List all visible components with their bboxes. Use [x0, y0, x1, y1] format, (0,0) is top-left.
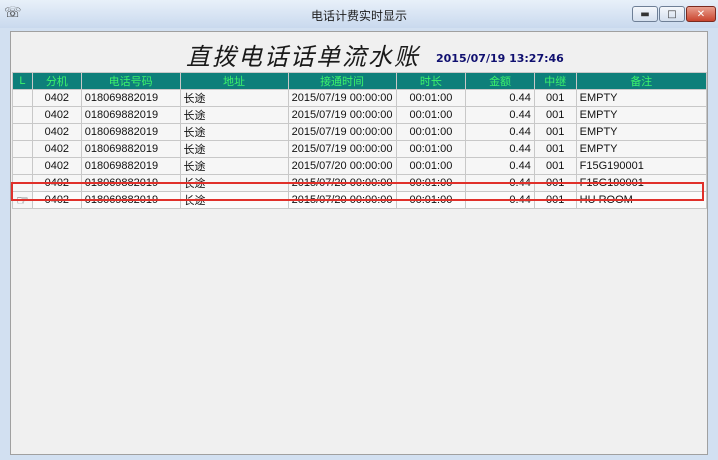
- phone-number-cell: 018069882019: [80, 174, 181, 192]
- row-indicator-cell[interactable]: [12, 174, 33, 192]
- duration-cell: 00:01:00: [395, 123, 467, 141]
- note-cell: EMPTY: [575, 89, 708, 107]
- current-timestamp: 2015/07/19 13:27:46: [436, 52, 564, 65]
- main-panel: 直拨电话话单流水账 2015/07/19 13:27:46 L 分机 电话号码 地址接…: [10, 31, 708, 455]
- phone-number-cell: 018069882019: [80, 89, 181, 107]
- connect-time-cell: 2015/07/19 00:00:00: [287, 106, 397, 124]
- page-title: 直拨电话话单流水账: [186, 43, 420, 71]
- trunk-cell: 001: [533, 106, 577, 124]
- close-button[interactable]: ✕: [686, 6, 716, 22]
- minimize-button[interactable]: ▬: [632, 6, 658, 22]
- table-header-row: L 分机 电话号码 地址 接通时间 时长 金额 中继 备注: [12, 72, 708, 90]
- note-cell: EMPTY: [575, 106, 708, 124]
- column-header-duration[interactable]: 时长: [395, 72, 467, 90]
- row-indicator-cell[interactable]: ☞: [12, 191, 33, 209]
- trunk-cell: 001: [533, 140, 577, 158]
- connect-time-cell: 2015/07/19 00:00:00: [287, 123, 397, 141]
- note-cell: HU ROOM: [575, 191, 708, 209]
- duration-cell: 00:01:00: [395, 140, 467, 158]
- phone-number-cell: 018069882019: [80, 106, 181, 124]
- row-indicator-cell[interactable]: [12, 157, 33, 175]
- table-row[interactable]: 0402 018069882019 长途 2015/07/19 00:00:00 00:…: [12, 106, 708, 124]
- column-header-l[interactable]: L: [12, 72, 33, 90]
- connect-time-cell: 2015/07/19 00:00:00: [287, 89, 397, 107]
- phone-number-cell: 018069882019: [80, 157, 181, 175]
- window-title: 电话计费实时显示: [310, 9, 407, 23]
- amount-cell: 0.44: [465, 106, 535, 124]
- maximize-button[interactable]: □: [659, 6, 685, 22]
- column-header-address[interactable]: 地址: [179, 72, 289, 90]
- column-header-amount[interactable]: 金额: [465, 72, 535, 90]
- connect-time-cell: 2015/07/20 00:00:00: [287, 191, 397, 209]
- trunk-cell: 001: [533, 123, 577, 141]
- address-cell: 长途: [179, 140, 289, 158]
- extension-cell: 0402: [31, 140, 82, 158]
- row-indicator-cell[interactable]: [12, 123, 33, 141]
- pointing-hand-icon: ☞: [16, 191, 29, 208]
- maximize-icon: □: [667, 9, 677, 20]
- minimize-icon: ▬: [640, 9, 650, 20]
- amount-cell: 0.44: [465, 191, 535, 209]
- column-header-note[interactable]: 备注: [575, 72, 708, 90]
- note-cell: F15G190001: [575, 174, 708, 192]
- table-row[interactable]: 0402 018069882019 长途 2015/07/20 00:00:00 00:…: [12, 157, 708, 175]
- trunk-cell: 001: [533, 191, 577, 209]
- column-header-extension[interactable]: 分机: [31, 72, 82, 90]
- connect-time-cell: 2015/07/20 00:00:00: [287, 174, 397, 192]
- title-bar: ☏ 电话计费实时显示 ▬ □ ✕: [0, 0, 718, 29]
- extension-cell: 0402: [31, 89, 82, 107]
- extension-cell: 0402: [31, 174, 82, 192]
- note-cell: F15G190001: [575, 157, 708, 175]
- table-row[interactable]: 0402 018069882019 长途 2015/07/19 00:00:00 00:…: [12, 123, 708, 141]
- duration-cell: 00:01:00: [395, 106, 467, 124]
- row-indicator-cell[interactable]: [12, 106, 33, 124]
- duration-cell: 00:01:00: [395, 89, 467, 107]
- trunk-cell: 001: [533, 157, 577, 175]
- connect-time-cell: 2015/07/19 00:00:00: [287, 140, 397, 158]
- table-row[interactable]: 0402 018069882019 长途 2015/07/19 00:00:00 00:…: [12, 89, 708, 107]
- trunk-cell: 001: [533, 174, 577, 192]
- table-row[interactable]: ☞ 0402 018069882019 长途 2015/07/20 00:00:00 00…: [12, 191, 708, 209]
- address-cell: 长途: [179, 123, 289, 141]
- amount-cell: 0.44: [465, 140, 535, 158]
- column-header-trunk[interactable]: 中继: [533, 72, 577, 90]
- row-indicator-cell[interactable]: [12, 89, 33, 107]
- phone-number-cell: 018069882019: [80, 191, 181, 209]
- duration-cell: 00:01:00: [395, 191, 467, 209]
- row-indicator-cell[interactable]: [12, 140, 33, 158]
- connect-time-cell: 2015/07/20 00:00:00: [287, 157, 397, 175]
- amount-cell: 0.44: [465, 123, 535, 141]
- duration-cell: 00:01:00: [395, 157, 467, 175]
- trunk-cell: 001: [533, 89, 577, 107]
- duration-cell: 00:01:00: [395, 174, 467, 192]
- address-cell: 长途: [179, 106, 289, 124]
- table-row[interactable]: 0402 018069882019 长途 2015/07/19 00:00:00 00:…: [12, 140, 708, 158]
- amount-cell: 0.44: [465, 174, 535, 192]
- note-cell: EMPTY: [575, 140, 708, 158]
- extension-cell: 0402: [31, 123, 82, 141]
- window-frame: 直拨电话话单流水账 2015/07/19 13:27:46 L 分机 电话号码 地址接…: [0, 28, 718, 460]
- address-cell: 长途: [179, 89, 289, 107]
- amount-cell: 0.44: [465, 89, 535, 107]
- phone-number-cell: 018069882019: [80, 140, 181, 158]
- address-cell: 长途: [179, 174, 289, 192]
- close-icon: ✕: [696, 9, 706, 20]
- note-cell: EMPTY: [575, 123, 708, 141]
- column-header-connect-time[interactable]: 接通时间: [287, 72, 397, 90]
- amount-cell: 0.44: [465, 157, 535, 175]
- extension-cell: 0402: [31, 157, 82, 175]
- extension-cell: 0402: [31, 106, 82, 124]
- column-header-phone-number[interactable]: 电话号码: [80, 72, 181, 90]
- call-record-table: L 分机 电话号码 地址 接通时间 时长 金额 中继 备注 0402 018069882019 长途…: [12, 72, 708, 209]
- address-cell: 长途: [179, 157, 289, 175]
- table-row[interactable]: 0402 018069882019 长途 2015/07/20 00:00:00 00:…: [12, 174, 708, 192]
- phone-number-cell: 018069882019: [80, 123, 181, 141]
- extension-cell: 0402: [31, 191, 82, 209]
- address-cell: 长途: [179, 191, 289, 209]
